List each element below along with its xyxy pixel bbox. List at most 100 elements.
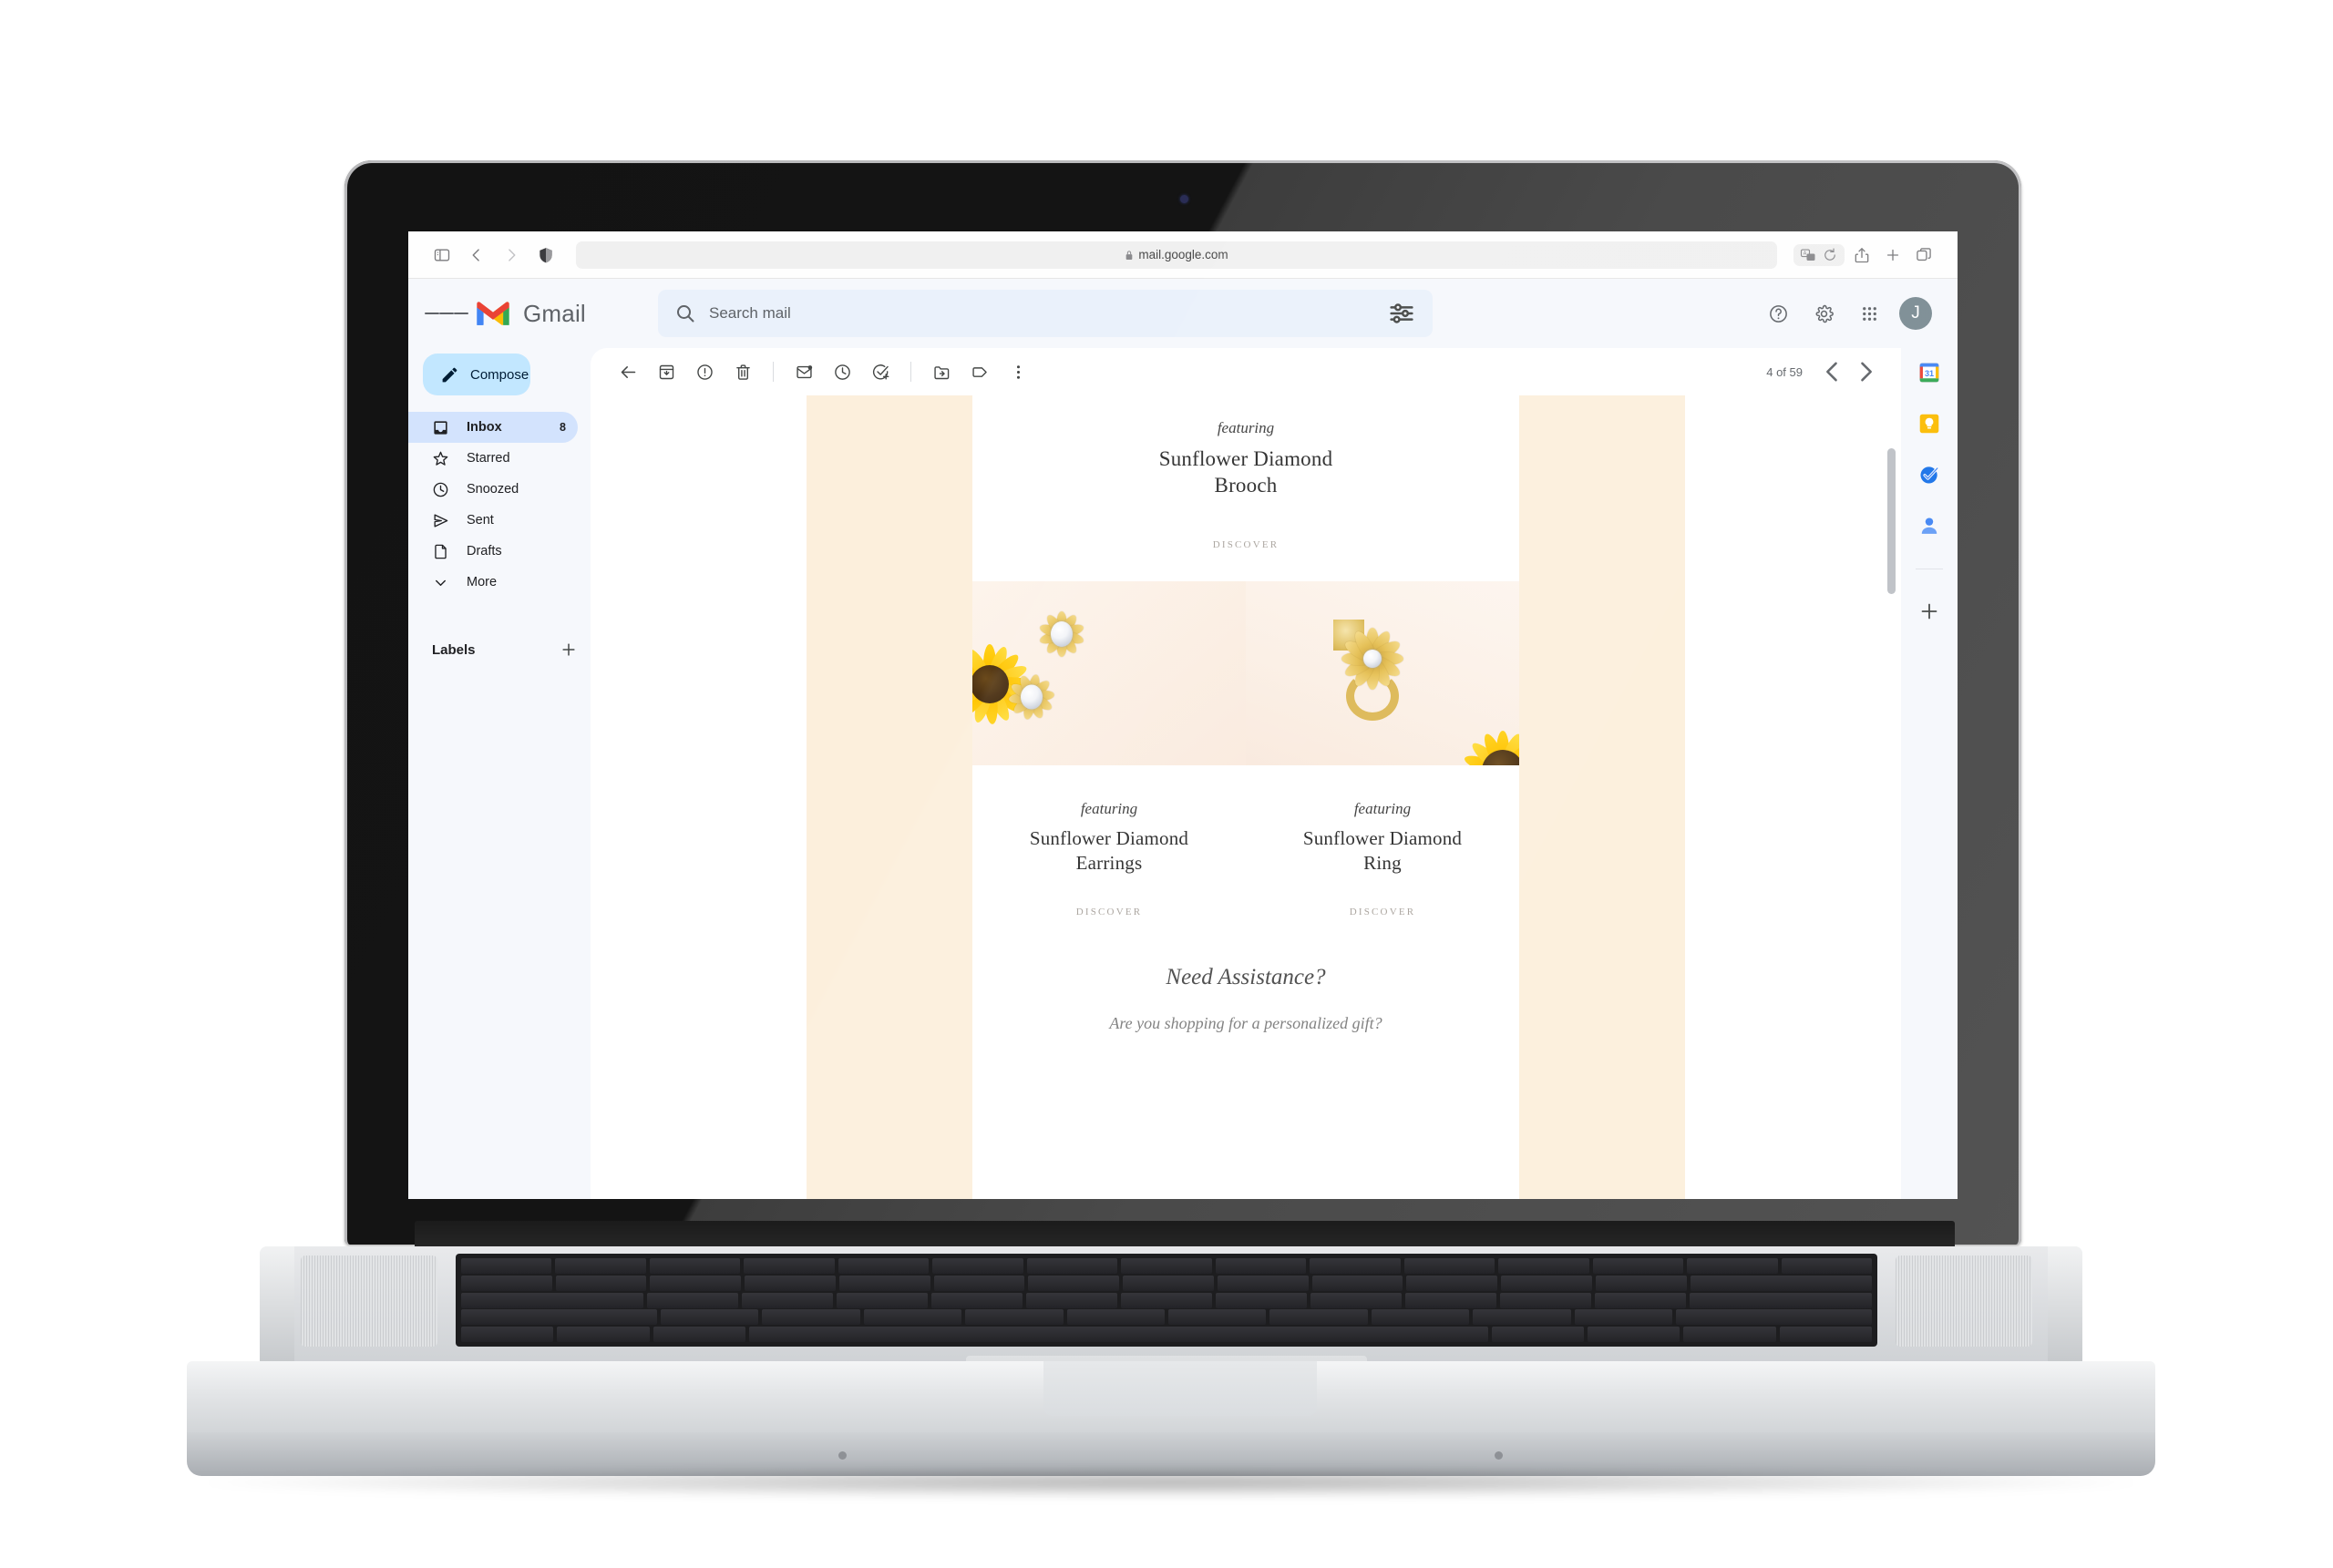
url-text: mail.google.com: [1138, 248, 1228, 261]
google-apps-grid-icon[interactable]: [1854, 298, 1885, 329]
ring-title-line2: Ring: [1363, 851, 1402, 874]
sidebar-item-label: Starred: [467, 451, 510, 466]
pagination-controls: 4 of 59: [1766, 356, 1881, 387]
tabs-overview-icon[interactable]: [1910, 241, 1937, 269]
earrings-discover-link[interactable]: DISCOVER: [972, 907, 1246, 917]
star-icon: [433, 451, 448, 466]
email-content-viewport: featuring Sunflower Diamond Brooch DISCO…: [591, 395, 1901, 1199]
email-side-band-right: [1519, 395, 1685, 1199]
gmail-wordmark: Gmail: [523, 299, 586, 327]
send-icon: [434, 513, 448, 528]
back-to-inbox-icon[interactable]: [611, 354, 645, 389]
label-icon[interactable]: [962, 354, 997, 389]
google-keep-icon[interactable]: [1917, 412, 1941, 436]
archive-icon[interactable]: [649, 354, 683, 389]
mark-unread-icon[interactable]: [786, 354, 821, 389]
search-bar[interactable]: [658, 290, 1433, 337]
add-label-icon[interactable]: [560, 641, 578, 659]
google-contacts-icon[interactable]: [1917, 514, 1941, 538]
older-email-icon[interactable]: [1850, 356, 1881, 387]
delete-icon[interactable]: [725, 354, 760, 389]
laptop-deck-edge-right: [2048, 1246, 2082, 1363]
translate-reload-group[interactable]: A: [1793, 243, 1845, 266]
laptop-foot-right: [1495, 1451, 1503, 1460]
assistance-heading: Need Assistance?: [1166, 964, 1326, 989]
gmail-header: Gmail Search mail J: [408, 279, 1958, 348]
laptop-foot-left: [838, 1451, 847, 1460]
sidebar-item-label: Drafts: [467, 544, 502, 559]
ring-photo: [1246, 580, 1519, 765]
screenshot-stage: mail.google.com A Gmail Search mail J Co…: [0, 0, 2333, 1568]
hero-discover-link[interactable]: DISCOVER: [972, 539, 1519, 550]
plus-icon[interactable]: [1879, 241, 1906, 269]
sidebar-item-more[interactable]: More: [408, 567, 578, 598]
report-spam-icon[interactable]: [687, 354, 722, 389]
gmail-logo[interactable]: Gmail: [474, 299, 636, 328]
snooze-icon[interactable]: [825, 354, 859, 389]
hero-product-title: Sunflower Diamond Brooch: [972, 446, 1519, 499]
chevron-down-icon: [436, 579, 446, 586]
compose-button[interactable]: Compose: [423, 354, 530, 395]
sunflower-earring-lower: [1003, 669, 1060, 725]
sidebar-item-inbox[interactable]: Inbox 8: [408, 412, 578, 443]
move-to-icon[interactable]: [924, 354, 959, 389]
dual-product-blocks: featuring Sunflower Diamond Earrings DIS…: [972, 765, 1519, 917]
help-icon[interactable]: [1763, 298, 1793, 329]
email-scrollbar[interactable]: [1887, 448, 1896, 594]
laptop-deck-edge-left: [260, 1246, 294, 1363]
hero-product-block: featuring Sunflower Diamond Brooch DISCO…: [972, 395, 1519, 550]
sidebar-item-snoozed[interactable]: Snoozed: [408, 474, 578, 505]
google-tasks-icon[interactable]: [1917, 463, 1941, 487]
forward-icon[interactable]: [498, 241, 525, 269]
side-panel: 31: [1901, 348, 1958, 1199]
main-menu-icon[interactable]: [425, 292, 468, 335]
earrings-product-block: featuring Sunflower Diamond Earrings DIS…: [972, 800, 1246, 917]
sidebar-item-drafts[interactable]: Drafts: [408, 536, 578, 567]
toolbar-divider: [910, 362, 911, 382]
svg-text:A: A: [1804, 251, 1807, 256]
earrings-photo: [972, 580, 1246, 765]
reload-icon: [1824, 247, 1835, 261]
browser-actions: A: [1793, 241, 1937, 269]
laptop-front-notch: [1043, 1361, 1317, 1416]
labels-section-header: Labels: [408, 634, 591, 665]
earrings-title-line1: Sunflower Diamond: [1029, 826, 1189, 849]
more-options-icon[interactable]: [1001, 354, 1035, 389]
shield-icon[interactable]: [532, 241, 560, 269]
email-canvas: featuring Sunflower Diamond Brooch DISCO…: [591, 395, 1901, 1199]
settings-gear-icon[interactable]: [1808, 298, 1839, 329]
gmail-m-icon: [477, 302, 509, 325]
sidebar-item-starred[interactable]: Starred: [408, 443, 578, 474]
sidebar: Compose Inbox 8 Starred Snoozed Sent Dra…: [408, 348, 591, 1199]
speaker-grille-left: [301, 1255, 437, 1347]
add-app-icon[interactable]: [1918, 600, 1940, 622]
translate-icon: A: [1800, 248, 1815, 261]
ring-product-title: Sunflower Diamond Ring: [1246, 826, 1519, 876]
search-input[interactable]: [709, 304, 1387, 323]
avatar[interactable]: J: [1899, 297, 1932, 330]
assistance-block: Need Assistance? Are you shopping for a …: [972, 917, 1519, 1033]
compose-label: Compose: [470, 366, 529, 383]
hero-featuring-label: featuring: [1217, 419, 1275, 436]
pencil-icon: [442, 367, 457, 382]
ring-featuring-label: featuring: [1353, 799, 1412, 817]
share-icon[interactable]: [1848, 241, 1876, 269]
search-options-icon[interactable]: [1387, 299, 1416, 328]
sidebar-toggle-icon[interactable]: [428, 241, 456, 269]
inbox-count: 8: [560, 421, 566, 434]
pagination-text: 4 of 59: [1766, 364, 1803, 379]
labels-heading: Labels: [432, 641, 476, 658]
add-to-tasks-icon[interactable]: [863, 354, 898, 389]
url-bar[interactable]: mail.google.com: [576, 241, 1777, 269]
earrings-product-title: Sunflower Diamond Earrings: [972, 826, 1246, 876]
header-actions: J: [1763, 297, 1941, 330]
google-calendar-icon[interactable]: 31: [1917, 361, 1941, 384]
product-photo-row: [972, 580, 1519, 765]
sidebar-item-sent[interactable]: Sent: [408, 505, 578, 536]
hero-title-line1: Sunflower Diamond: [1158, 447, 1333, 470]
gmail-body: Compose Inbox 8 Starred Snoozed Sent Dra…: [408, 348, 1958, 1199]
back-icon[interactable]: [463, 241, 490, 269]
ring-discover-link[interactable]: DISCOVER: [1246, 907, 1519, 917]
sunflower-ring: [1333, 619, 1412, 721]
newer-email-icon[interactable]: [1817, 356, 1848, 387]
